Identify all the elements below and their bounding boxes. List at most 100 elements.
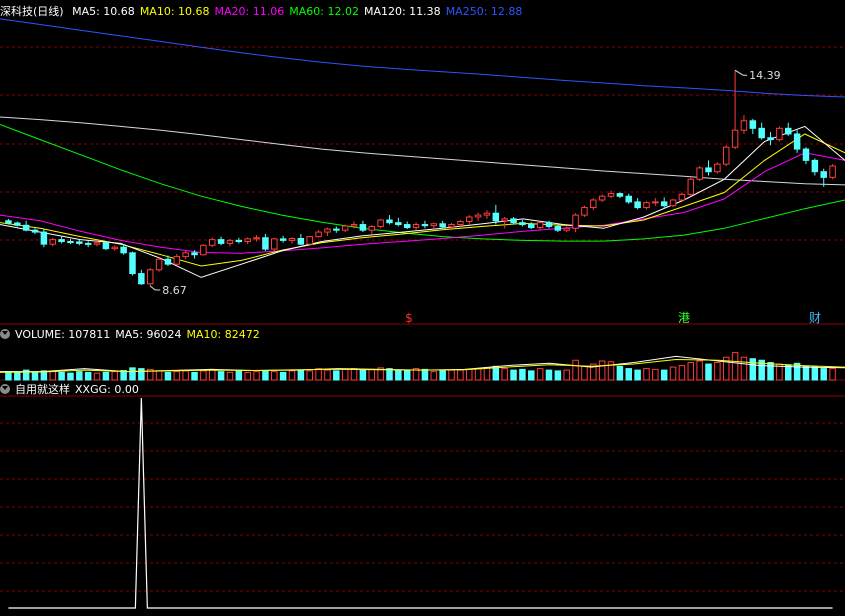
xxgg-line <box>8 397 833 609</box>
candle <box>421 220 429 229</box>
volume-bar <box>350 368 358 381</box>
volume_header-item-0: VOLUME: 107811 <box>15 328 111 341</box>
low-price-label: 8.67 <box>162 284 187 297</box>
volume-bar <box>581 365 588 381</box>
volume-bar <box>368 368 376 381</box>
candle <box>173 253 181 266</box>
indicator_header-item-0: 自用就这样 <box>15 383 70 396</box>
grid-lines <box>0 46 845 592</box>
volume-bar <box>457 369 464 381</box>
volume-bar <box>244 371 251 381</box>
candle <box>678 192 686 202</box>
candle <box>306 235 313 246</box>
volume-bar <box>155 370 163 381</box>
volume-bar <box>652 368 659 381</box>
volume-bar <box>554 370 562 381</box>
candle <box>235 237 243 244</box>
volume-bar <box>820 368 827 381</box>
volume-bars <box>0 352 845 381</box>
price_header-item-4: MA120: 11.38 <box>363 5 441 18</box>
volume-bar <box>528 370 535 381</box>
volume-bar <box>31 371 39 381</box>
low-pointer <box>149 285 161 291</box>
price-header: 深科技(日线) MA5: 10.68 MA10: 10.68 MA20: 11.06… <box>0 4 845 19</box>
candle <box>722 145 730 167</box>
volume-bar <box>501 368 508 381</box>
volume-bar <box>5 371 12 381</box>
candle <box>793 130 801 153</box>
candle <box>84 241 92 248</box>
dropdown-icon[interactable] <box>0 384 10 394</box>
candle <box>76 239 83 246</box>
volume-bar <box>93 372 101 381</box>
volume-bar <box>67 372 74 381</box>
candle <box>430 222 438 230</box>
volume-bar <box>395 369 402 381</box>
dropdown-icon[interactable] <box>0 329 10 339</box>
candle <box>138 269 145 285</box>
volume-bar <box>465 368 473 381</box>
volume-bar <box>200 370 207 381</box>
candle <box>802 147 810 165</box>
candle <box>182 250 189 260</box>
volume-bar <box>474 368 482 381</box>
candle <box>616 192 624 199</box>
candle <box>40 229 48 248</box>
volume-bar <box>696 360 703 381</box>
candle <box>714 162 721 174</box>
volume-bar <box>315 368 322 381</box>
volume-bar <box>643 368 650 381</box>
candle <box>386 215 393 225</box>
volume-bar <box>705 363 712 381</box>
kline-chart-canvas: 14.39 8.67 $ 港 财 <box>0 18 845 609</box>
volume-bar <box>235 370 243 381</box>
volume-bar <box>678 365 686 381</box>
candle <box>244 237 251 245</box>
volume-bar <box>598 360 606 381</box>
candle <box>368 225 376 234</box>
candle <box>731 70 739 150</box>
candle <box>333 226 340 233</box>
candle <box>598 194 606 202</box>
event-marker-1[interactable]: 港 <box>678 311 690 325</box>
candle <box>669 198 677 208</box>
candle <box>758 122 765 140</box>
candle <box>785 122 792 136</box>
event-marker-2[interactable]: 财 <box>809 311 821 325</box>
candle <box>271 237 278 251</box>
volume-bar <box>49 371 56 381</box>
volume-bar <box>226 371 234 381</box>
candle <box>581 205 588 217</box>
volume-bar <box>740 356 748 381</box>
volume-bar <box>138 368 145 381</box>
candle <box>146 267 154 287</box>
candle <box>510 216 517 225</box>
candle <box>643 201 650 210</box>
volume-bar <box>536 368 544 381</box>
volume-bar <box>448 369 455 381</box>
candle <box>660 197 668 208</box>
volume-bar <box>129 367 136 381</box>
candle <box>262 233 269 251</box>
volume-bar <box>572 359 579 381</box>
candle <box>102 241 110 251</box>
volume-bar <box>253 371 260 381</box>
indicator-header: 自用就这样 XXGG: 0.00 <box>0 382 845 397</box>
candle <box>501 216 508 229</box>
candle <box>554 224 562 233</box>
candle <box>705 160 712 176</box>
volume_header-item-2: MA10: 82472 <box>186 328 260 341</box>
volume-header: VOLUME: 107811 MA5: 96024 MA10: 82472 <box>0 327 845 342</box>
volume-bar <box>403 370 411 381</box>
candle <box>279 235 287 243</box>
ma-line-ma250 <box>0 18 845 98</box>
candle <box>829 164 836 180</box>
volume-bar <box>111 371 119 381</box>
price_header-item-1: MA10: 10.68 <box>139 5 210 18</box>
event-markers: $ 港 财 <box>405 311 821 325</box>
candle <box>412 222 420 231</box>
volume-bar <box>76 371 83 381</box>
event-marker-0[interactable]: $ <box>405 311 413 325</box>
price-title[interactable]: 深科技(日线) <box>0 5 64 18</box>
volume-bar <box>687 362 695 381</box>
